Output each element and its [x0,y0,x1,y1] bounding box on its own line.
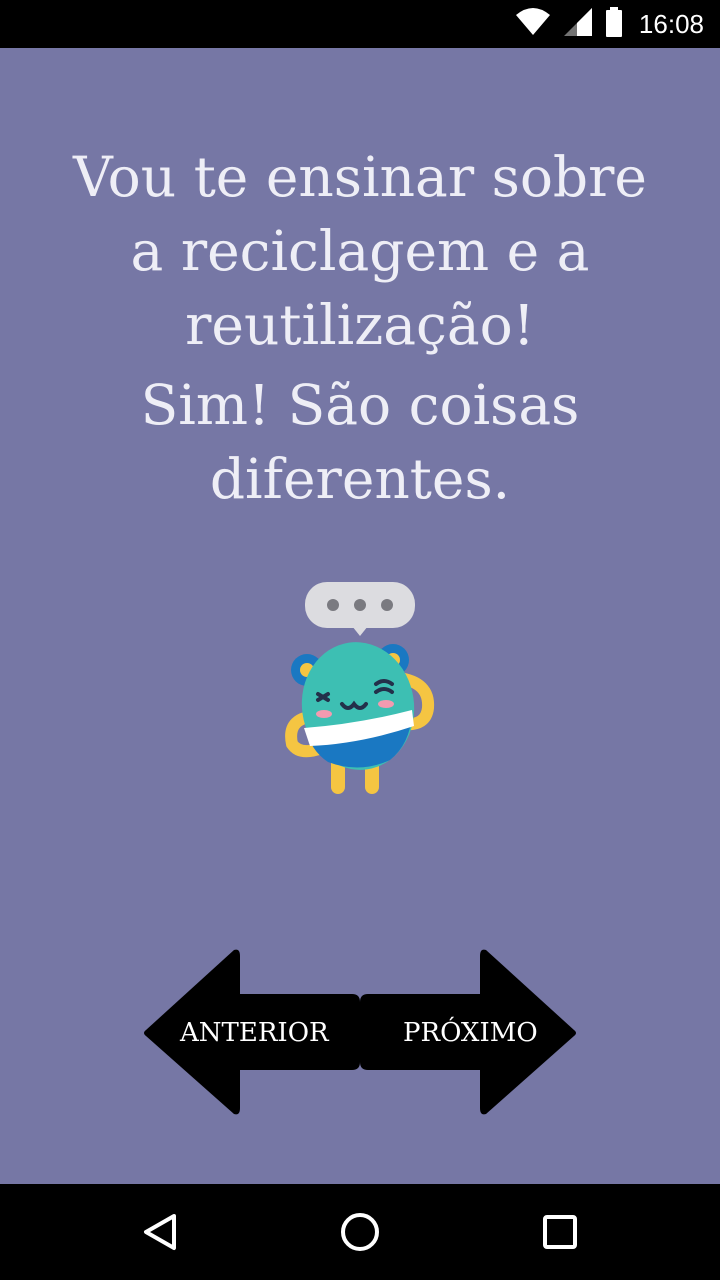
message-line: a reciclagem e a [130,219,590,283]
status-icons: 16:08 [515,0,704,48]
lesson-screen: Vou te ensinar sobre a reciclagem e a re… [0,48,720,1184]
message-paragraph-2: Sim! São coisas diferentes. [40,368,680,516]
back-icon[interactable] [136,1208,184,1256]
message-line: reutilização! [185,293,535,357]
message-line: Vou te ensinar sobre [73,145,647,209]
message-line: diferentes. [209,447,511,511]
message-line: Sim! São coisas [140,373,580,437]
ellipsis-speech-bubble-icon [305,582,415,636]
status-time: 16:08 [638,8,704,39]
signal-icon [563,7,593,41]
message-paragraph-1: Vou te ensinar sobre a reciclagem e a re… [40,140,680,362]
next-button-label: PRÓXIMO [403,1018,538,1048]
next-button[interactable]: PRÓXIMO [358,948,578,1118]
wifi-icon [515,7,551,41]
battery-icon [605,7,623,41]
home-icon[interactable] [336,1208,384,1256]
system-navigation-bar [0,1184,720,1280]
lesson-message: Vou te ensinar sobre a reciclagem e a re… [40,140,680,516]
previous-button-label: ANTERIOR [180,1018,329,1048]
recents-icon[interactable] [536,1208,584,1256]
recycle-bin-mascot-icon [280,576,440,806]
status-bar: 16:08 [0,0,720,48]
previous-button[interactable]: ANTERIOR [142,948,362,1118]
